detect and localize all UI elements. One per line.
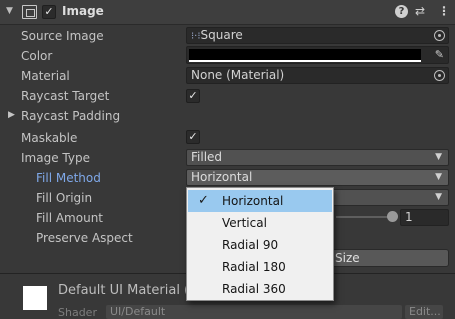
component-title: Image — [62, 4, 104, 18]
source-image-value: Square — [200, 28, 243, 42]
material-field[interactable]: None (Material) — [186, 67, 449, 84]
popup-option-label: Radial 90 — [222, 238, 279, 252]
source-image-label: Source Image — [21, 29, 104, 43]
popup-option-radial-180[interactable]: Radial 180 — [188, 256, 332, 278]
popup-option-label: Radial 180 — [222, 260, 286, 274]
color-field[interactable]: ✎ — [186, 46, 449, 64]
checkmark-icon: ✓ — [198, 193, 209, 208]
shader-dropdown[interactable]: UI/Default — [106, 305, 402, 319]
preserve-aspect-label: Preserve Aspect — [36, 231, 133, 245]
object-picker-icon[interactable] — [434, 70, 445, 81]
fill-method-popup-menu: ✓ Horizontal Vertical Radial 90 Radial 1… — [186, 187, 334, 301]
help-icon[interactable]: ? — [395, 5, 408, 18]
fill-method-value: Horizontal — [191, 170, 253, 184]
fill-amount-slider-thumb[interactable] — [387, 211, 398, 222]
image-type-dropdown[interactable]: Filled ▼ — [186, 149, 449, 166]
source-image-field[interactable]: ⁝·⁝Square — [186, 27, 449, 44]
fill-amount-slider-track[interactable] — [336, 216, 392, 218]
image-type-value: Filled — [191, 150, 223, 164]
color-swatch[interactable] — [189, 49, 421, 60]
foldout-arrow-icon[interactable]: ▼ — [6, 6, 13, 16]
image-type-label: Image Type — [21, 151, 90, 165]
fill-method-label: Fill Method — [36, 171, 101, 185]
color-alpha-bar — [189, 60, 421, 62]
maskable-checkbox[interactable]: ✓ — [186, 130, 200, 144]
eyedropper-icon[interactable]: ✎ — [435, 48, 444, 61]
fill-method-dropdown[interactable]: Horizontal ▼ — [186, 169, 449, 186]
component-enabled-checkbox[interactable]: ✓ — [42, 5, 56, 19]
presets-icon[interactable]: ⇄ — [415, 4, 425, 18]
popup-option-label: Horizontal — [222, 194, 284, 208]
popup-option-radial-90[interactable]: Radial 90 — [188, 234, 332, 256]
popup-option-vertical[interactable]: Vertical — [188, 212, 332, 234]
material-title: Default UI Material (M — [58, 283, 201, 298]
popup-option-label: Radial 360 — [222, 282, 286, 296]
popup-option-label: Vertical — [222, 216, 267, 230]
chevron-down-icon: ▼ — [435, 172, 442, 182]
component-header[interactable]: ▼ ✓ Image ? ⇄ ⋮ — [0, 0, 455, 25]
fill-amount-input[interactable]: 1 — [400, 209, 449, 226]
raycast-padding-label[interactable]: Raycast Padding — [21, 109, 120, 123]
material-preview-thumbnail — [23, 286, 47, 310]
fill-origin-label: Fill Origin — [36, 191, 93, 205]
fill-amount-label: Fill Amount — [36, 211, 104, 225]
raycast-target-checkbox[interactable]: ✓ — [186, 89, 200, 103]
more-icon[interactable]: ⋮ — [438, 4, 450, 18]
chevron-down-icon: ▼ — [435, 152, 442, 162]
set-native-size-button[interactable]: Size — [330, 249, 449, 267]
edit-shader-button[interactable]: Edit... — [405, 305, 443, 319]
raycast-target-label: Raycast Target — [21, 89, 110, 103]
material-label: Material — [21, 69, 70, 83]
popup-option-horizontal[interactable]: ✓ Horizontal — [188, 190, 332, 212]
raycast-padding-foldout-icon[interactable]: ▶ — [8, 110, 15, 120]
set-native-size-label: Size — [335, 251, 360, 265]
sprite-icon: ⁝·⁝ — [191, 31, 201, 42]
color-label: Color — [21, 49, 53, 63]
object-picker-icon[interactable] — [434, 30, 445, 41]
edit-shader-label: Edit... — [409, 305, 441, 318]
popup-option-radial-360[interactable]: Radial 360 — [188, 278, 332, 300]
maskable-label: Maskable — [21, 131, 78, 145]
chevron-down-icon: ▼ — [435, 192, 442, 202]
shader-value: UI/Default — [110, 305, 166, 318]
image-component-icon — [22, 5, 37, 19]
material-value: None (Material) — [191, 68, 285, 82]
